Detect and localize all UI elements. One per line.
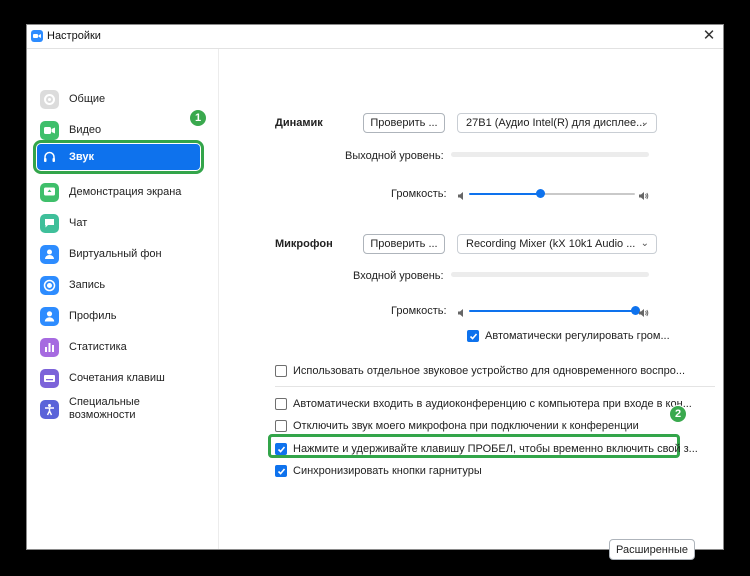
mic-volume-label: Громкость: — [391, 305, 447, 317]
share-screen-icon — [40, 182, 59, 202]
sidebar-item-accessibility[interactable]: Специальные возможности — [37, 392, 200, 426]
sidebar-item-label: Сочетания клавиш — [69, 372, 165, 384]
sidebar-item-profile[interactable]: Профиль — [37, 303, 200, 329]
step-badge-1: 1 — [189, 109, 207, 127]
audio-settings-panel: Динамик Проверить ... 27B1 (Аудио Intel(… — [219, 49, 723, 560]
sidebar-item-keyboard[interactable]: Сочетания клавиш — [37, 365, 200, 391]
test-speaker-button[interactable]: Проверить ... — [363, 113, 445, 133]
microphone-label: Микрофон — [275, 238, 333, 250]
keyboard-icon — [40, 368, 59, 388]
chat-icon — [40, 213, 59, 233]
separate-device-label: Использовать отдельное звуковое устройст… — [293, 365, 686, 377]
auto-adjust-checkbox[interactable]: Автоматически регулировать гром... — [467, 330, 670, 342]
input-level-meter — [451, 272, 649, 277]
profile-icon — [40, 306, 59, 326]
stats-icon — [40, 337, 59, 357]
mic-device-select[interactable]: Recording Mixer (kX 10k1 Audio ... ⌄ — [457, 234, 657, 254]
push-to-talk-checkbox[interactable]: Нажмите и удерживайте клавишу ПРОБЕЛ, чт… — [275, 443, 698, 455]
accessibility-icon — [40, 399, 59, 419]
volume-low-icon — [457, 188, 467, 200]
volume-high-icon — [638, 188, 649, 200]
close-button[interactable]: ✕ — [701, 28, 717, 44]
test-mic-button[interactable]: Проверить ... — [363, 234, 445, 254]
input-level-label: Входной уровень: — [353, 270, 444, 282]
step-badge-2: 2 — [669, 405, 687, 423]
divider — [275, 386, 715, 387]
checkbox-box[interactable] — [275, 465, 287, 477]
sidebar-item-share-screen[interactable]: Демонстрация экрана — [37, 179, 200, 205]
sidebar-item-label: Общие — [69, 93, 106, 105]
checkbox-box[interactable] — [275, 398, 287, 410]
slider-fill — [469, 310, 635, 312]
sidebar-item-chat[interactable]: Чат — [37, 210, 200, 236]
speaker-device-select[interactable]: 27B1 (Аудио Intel(R) для дисплее... ⌄ — [457, 113, 657, 133]
sidebar-item-video[interactable]: Видео — [37, 117, 200, 143]
slider-thumb[interactable] — [536, 189, 546, 198]
auto-join-audio-checkbox[interactable]: Автоматически входить в аудиоконференцию… — [275, 398, 692, 410]
sidebar-item-label: Профиль — [69, 310, 117, 322]
video-icon — [40, 120, 59, 140]
sidebar-item-headphones[interactable]: Звук — [33, 140, 204, 174]
volume-low-icon — [457, 305, 467, 317]
sidebar-item-label: Статистика — [69, 341, 127, 353]
output-level-label: Выходной уровень: — [345, 150, 444, 162]
sidebar-item-gear[interactable]: Общие — [37, 86, 200, 112]
slider-rest — [540, 193, 635, 195]
sidebar-item-label: Чат — [69, 217, 88, 229]
record-icon — [40, 275, 59, 295]
push-to-talk-label: Нажмите и удерживайте клавишу ПРОБЕЛ, чт… — [293, 443, 698, 455]
output-level-meter — [451, 152, 649, 157]
zoom-app-icon — [31, 30, 43, 42]
sidebar-item-stats[interactable]: Статистика — [37, 334, 200, 360]
headphones-icon — [40, 148, 59, 167]
sync-headset-label: Синхронизировать кнопки гарнитуры — [293, 465, 482, 477]
sidebar-item-label: Звук — [69, 151, 95, 163]
window-title: Настройки — [47, 30, 101, 42]
gear-icon — [40, 89, 59, 109]
separate-device-checkbox[interactable]: Использовать отдельное звуковое устройст… — [275, 365, 685, 377]
chevron-down-icon: ⌄ — [640, 238, 649, 249]
checkbox-box[interactable] — [275, 420, 287, 432]
sync-headset-checkbox[interactable]: Синхронизировать кнопки гарнитуры — [275, 465, 482, 477]
settings-sidebar: Общие Видео Звук Демонстрация экрана Чат Вирт… — [27, 49, 219, 549]
speaker-label: Динамик — [275, 117, 323, 129]
mute-mic-checkbox[interactable]: Отключить звук моего микрофона при подкл… — [275, 420, 639, 432]
slider-fill — [469, 193, 541, 195]
mute-mic-label: Отключить звук моего микрофона при подкл… — [293, 420, 639, 432]
sidebar-item-label: Демонстрация экрана — [69, 186, 182, 198]
sidebar-item-label: Видео — [69, 124, 102, 136]
checkbox-box[interactable] — [467, 330, 479, 342]
person-icon — [40, 244, 59, 264]
sidebar-item-record[interactable]: Запись — [37, 272, 200, 298]
sidebar-item-label: Виртуальный фон — [69, 248, 162, 260]
checkbox-box[interactable] — [275, 365, 287, 377]
volume-high-icon — [638, 305, 649, 317]
mic-device-value: Recording Mixer (kX 10k1 Audio ... — [466, 238, 636, 250]
checkbox-box[interactable] — [275, 443, 287, 455]
sidebar-item-label: Специальные возможности — [69, 396, 140, 421]
title-bar: Настройки ✕ — [27, 25, 723, 49]
advanced-button[interactable]: Расширенные — [609, 539, 695, 560]
chevron-down-icon: ⌄ — [640, 117, 649, 128]
settings-window: Настройки ✕ Общие Видео Звук Демонстрация э… — [26, 24, 724, 560]
auto-adjust-label: Автоматически регулировать гром... — [485, 330, 670, 342]
sidebar-item-label: Запись — [69, 279, 106, 291]
speaker-volume-label: Громкость: — [391, 188, 447, 200]
sidebar-item-person[interactable]: Виртуальный фон — [37, 241, 200, 267]
speaker-device-value: 27B1 (Аудио Intel(R) для дисплее... — [466, 117, 646, 129]
auto-join-audio-label: Автоматически входить в аудиоконференцию… — [293, 398, 692, 410]
